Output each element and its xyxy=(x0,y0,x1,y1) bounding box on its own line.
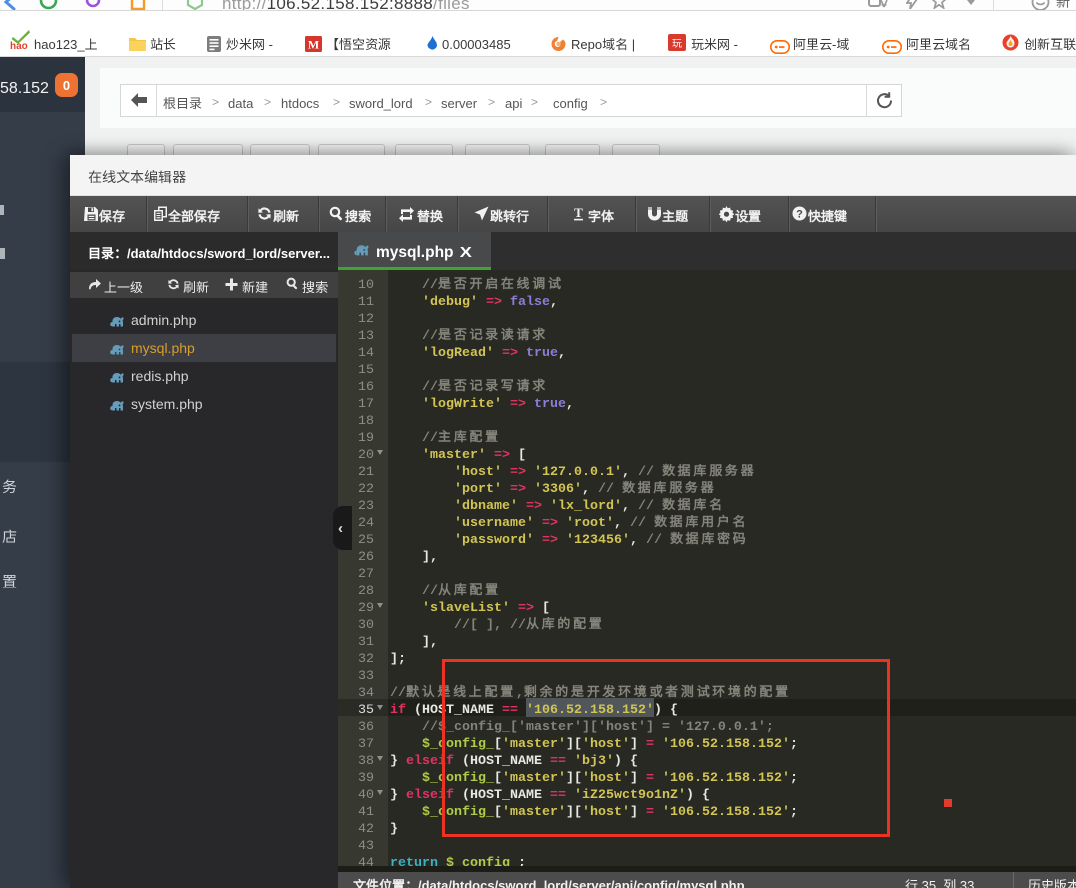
svg-text:M: M xyxy=(308,38,319,52)
svg-text:T: T xyxy=(574,206,583,220)
svg-text:?: ? xyxy=(796,209,803,221)
svg-text:玩: 玩 xyxy=(672,35,682,50)
svg-text:hao: hao xyxy=(10,41,28,50)
